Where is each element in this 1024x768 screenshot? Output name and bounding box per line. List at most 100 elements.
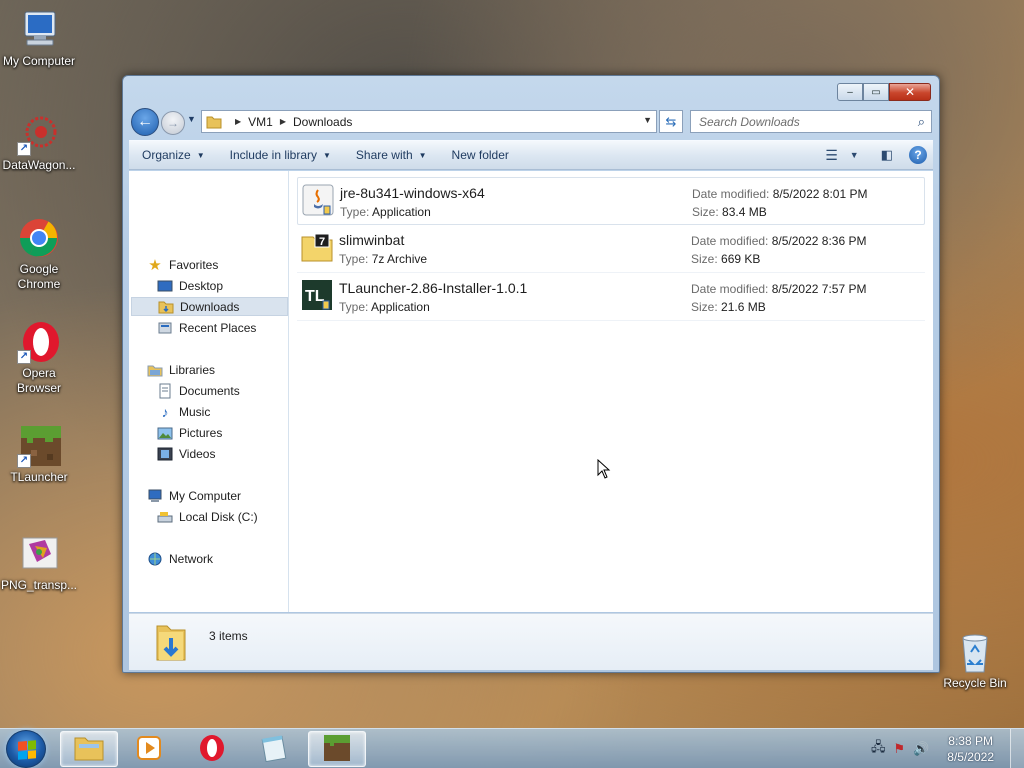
arrow-left-icon: ← [137,113,153,130]
desktop-icon-label: Opera Browser [16,366,61,395]
maximize-button[interactable]: ▭ [863,83,889,101]
start-button[interactable] [6,730,46,768]
clock[interactable]: 8:38 PM 8/5/2022 [947,733,994,765]
desktop-icon-label: Google Chrome [17,262,61,291]
change-view-icon[interactable]: ☰ [825,147,838,164]
search-box[interactable]: ⌕ [690,110,932,133]
desktop-icon-opera[interactable]: ↗ Opera Browser [0,320,78,396]
organize-button[interactable]: Organize ▼ [129,148,217,162]
address-bar[interactable]: ▶ VM1 ▶ Downloads ▼ [201,110,657,133]
recent-pages-dropdown[interactable]: ▼ [187,114,196,124]
mouse-cursor-icon [597,458,611,482]
java-installer-icon [302,184,334,216]
breadcrumb-separator-icon[interactable]: ▶ [280,117,286,126]
close-button[interactable]: ✕ [889,83,931,101]
breadcrumb-vm1[interactable]: VM1 [248,115,273,129]
organize-label: Organize [142,148,191,162]
network-tray-icon[interactable]: 🖧 [871,738,886,760]
minimize-button[interactable]: – [837,83,863,101]
taskbar-opera[interactable] [183,731,241,767]
new-folder-button[interactable]: New folder [439,148,521,162]
file-row[interactable]: jre-8u341-windows-x64 Type: Application … [297,177,925,225]
desktop-icon-recycle-bin[interactable]: Recycle Bin [936,630,1014,691]
clock-time: 8:38 PM [948,734,993,748]
desktop-icon-datawagon[interactable]: ↗ DataWagon... [0,112,78,173]
svg-text:7: 7 [319,236,325,248]
nav-label: Libraries [169,362,216,377]
nav-label: Downloads [180,299,240,314]
file-row[interactable]: TL TLauncher-2.86-Installer-1.0.1 Type: … [297,273,925,321]
taskbar-explorer[interactable] [60,731,118,767]
include-in-library-button[interactable]: Include in library ▼ [217,148,343,162]
file-size: Size: 669 KB [691,252,760,266]
taskbar-minecraft[interactable] [308,731,366,767]
file-date: Date modified: 8/5/2022 8:01 PM [692,187,867,201]
nav-libraries[interactable]: Libraries [147,360,304,379]
downloads-folder-icon [158,299,174,315]
nav-network[interactable]: Network [147,549,304,568]
tlauncher-installer-icon: TL [301,279,333,311]
new-folder-label: New folder [451,148,509,162]
file-size-value: 669 KB [721,252,761,266]
documents-icon [157,383,173,399]
breadcrumb-separator-icon[interactable]: ▶ [235,117,241,126]
datawagon-icon: ↗ [17,112,61,156]
date-label: Date modified: [691,282,769,296]
back-button[interactable]: ← [131,108,159,136]
file-type: Type: 7z Archive [339,252,427,266]
share-with-button[interactable]: Share with ▼ [343,148,439,162]
search-input[interactable] [699,114,899,129]
minecraft-icon [322,733,352,766]
computer-icon [147,488,163,504]
forward-button[interactable]: → [161,111,185,135]
nav-favorites[interactable]: ★ Favorites [147,255,304,274]
volume-icon[interactable]: 🔊 [913,741,929,757]
desktop-icon-my-computer[interactable]: My Computer [0,8,78,69]
desktop-icon-tlauncher[interactable]: ↗ TLauncher [0,424,78,485]
breadcrumb-downloads[interactable]: Downloads [293,115,352,129]
shortcut-arrow-icon: ↗ [17,350,31,364]
drive-icon [157,509,173,525]
nav-my-computer[interactable]: My Computer [147,486,304,505]
chevron-down-icon: ▼ [196,150,205,160]
refresh-button[interactable]: ⇆ [659,110,683,133]
clock-date: 8/5/2022 [947,750,994,764]
svg-text:TL: TL [305,288,325,305]
taskbar-media-player[interactable] [120,731,178,767]
file-name: TLauncher-2.86-Installer-1.0.1 [339,280,528,296]
nav-label: Local Disk (C:) [179,509,258,524]
file-row[interactable]: 7 slimwinbat Type: 7z Archive Date modif… [297,225,925,273]
explorer-window[interactable]: – ▭ ✕ ← → ▼ ▶ VM1 ▶ Downloads ▼ ⇆ ⌕ Orga… [122,75,940,673]
desktop-icon-png-file[interactable]: PNG_transp... [0,532,78,593]
nav-label: Recent Places [179,320,257,335]
refresh-icon: ⇆ [665,113,677,129]
file-type: Type: Application [340,205,431,219]
show-desktop-button[interactable] [1010,729,1024,768]
include-in-library-label: Include in library [229,148,317,162]
libraries-icon [147,362,163,378]
nav-label: Music [179,404,211,419]
help-icon[interactable]: ? [909,146,927,164]
search-icon[interactable]: ⌕ [918,114,925,130]
chevron-down-icon: ▼ [323,150,331,160]
file-type-value: Application [372,205,431,219]
size-label: Size: [691,252,718,266]
preview-pane-icon[interactable]: ◧ [881,147,893,163]
view-options-dropdown-icon[interactable]: ▼ [850,150,859,160]
desktop-icon-label: My Computer [2,54,76,68]
file-date: Date modified: 8/5/2022 7:57 PM [691,282,866,296]
nav-label: Documents [179,383,240,398]
7z-archive-icon: 7 [301,231,333,263]
action-center-flag-icon[interactable]: ⚑ [893,741,905,757]
file-date-value: 8/5/2022 8:36 PM [771,234,867,248]
notepad-icon [259,734,289,765]
recent-places-icon [157,320,173,336]
nav-downloads[interactable]: Downloads [131,297,288,316]
address-dropdown-icon[interactable]: ▼ [643,115,652,125]
taskbar-notepad[interactable] [245,731,303,767]
png-file-icon [17,532,61,576]
file-size-value: 21.6 MB [721,300,766,314]
desktop-icon-chrome[interactable]: Google Chrome [0,216,78,292]
minimize-icon: – [847,86,853,98]
view-controls: ☰ ▼ ◧ ? [825,146,927,164]
